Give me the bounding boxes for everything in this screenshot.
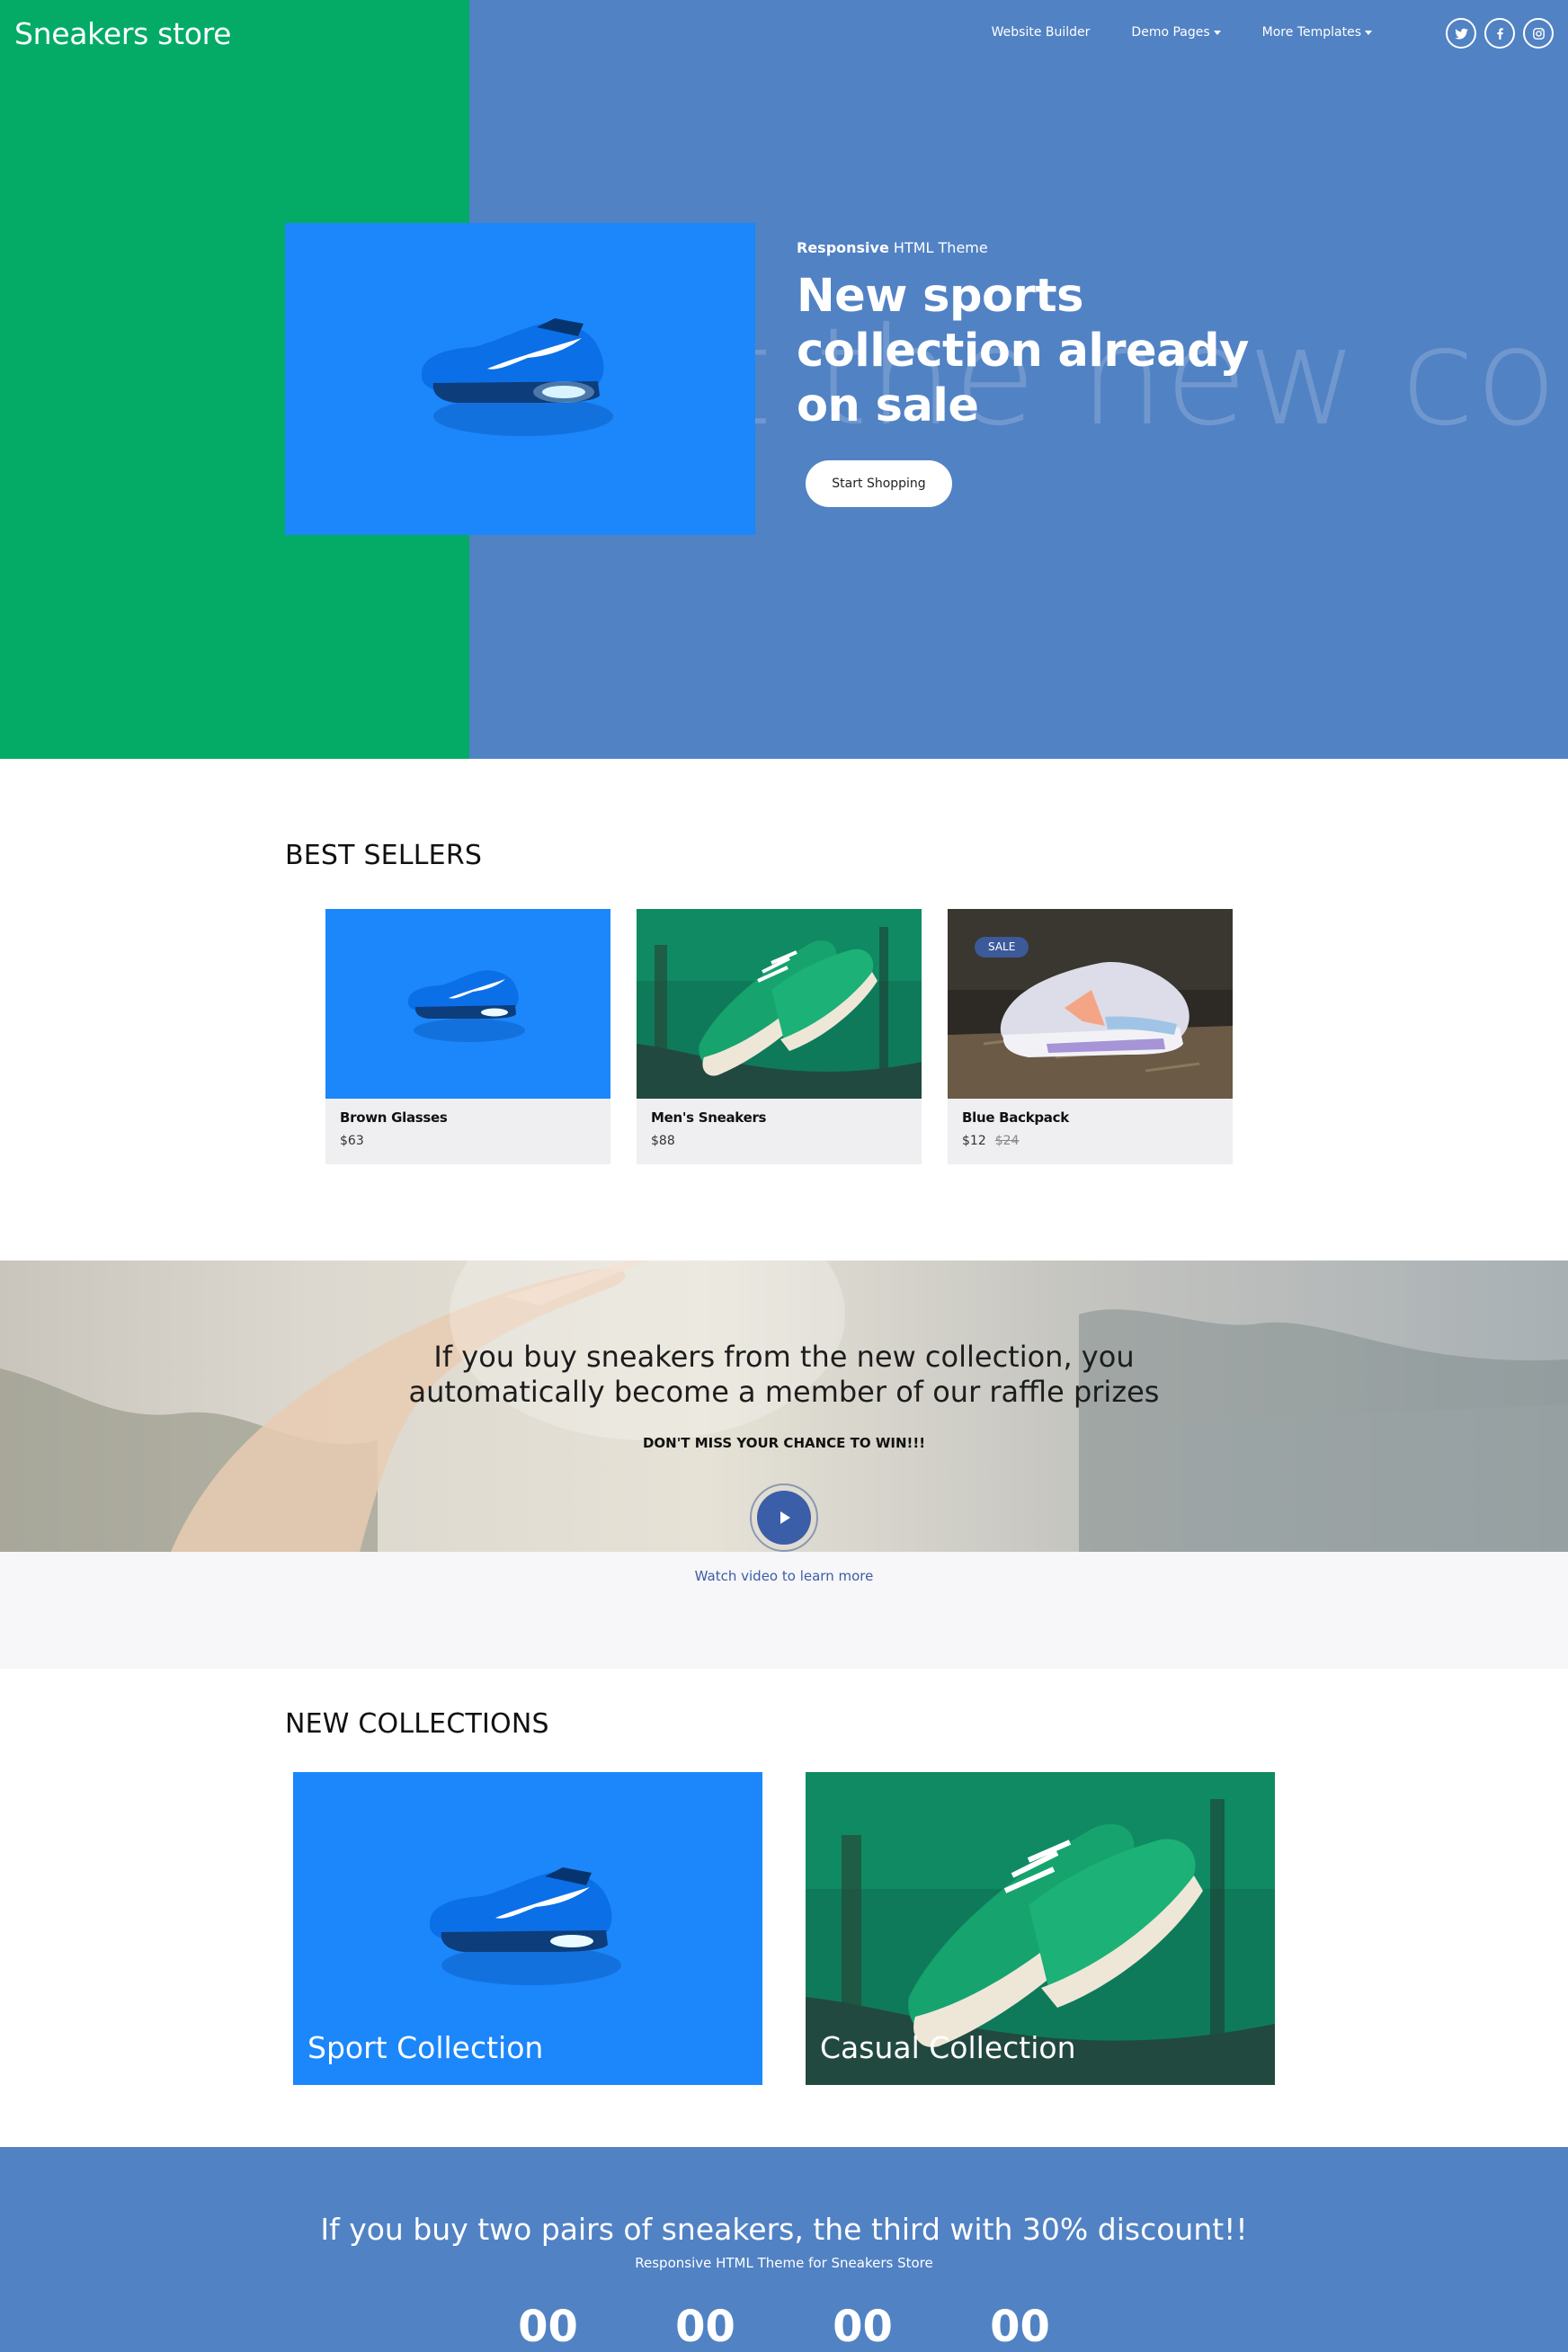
nav-more-templates-label: More Templates — [1261, 25, 1361, 40]
play-icon — [757, 1491, 811, 1545]
hero-title-line: collection already — [797, 325, 1249, 378]
play-video-button[interactable] — [750, 1483, 818, 1552]
new-collections-title: NEW COLLECTIONS — [285, 1708, 549, 1740]
raffle-headline: If you buy sneakers from the new collect… — [0, 1340, 1568, 1410]
facebook-icon[interactable] — [1484, 18, 1515, 49]
countdown-timer: 00 00 00 00 — [0, 2302, 1568, 2352]
caret-down-icon — [1213, 30, 1221, 35]
caret-down-icon — [1365, 30, 1372, 35]
product-price: $63 — [340, 1134, 364, 1148]
product-name: Brown Glasses — [340, 1109, 448, 1126]
product-price: $12 $24 — [962, 1134, 1019, 1148]
hero-product-image — [285, 223, 755, 535]
product-card[interactable]: SALE Blue Backpack $12 $24 — [948, 909, 1233, 1164]
social-links — [1446, 18, 1554, 49]
product-card[interactable]: Men's Sneakers $88 — [637, 909, 922, 1164]
promo-subtitle: Responsive HTML Theme for Sneakers Store — [635, 2255, 933, 2271]
blue-sneaker-illustration — [325, 909, 610, 1099]
product-name: Blue Backpack — [962, 1109, 1069, 1126]
product-price: $88 — [651, 1134, 675, 1148]
product-name: Men's Sneakers — [651, 1109, 767, 1126]
countdown-value: 00 — [833, 2302, 893, 2352]
current-price: $88 — [651, 1134, 675, 1148]
hero-section: t the new co Sneakers store Website Buil… — [0, 0, 1568, 759]
nav-demo-pages-label: Demo Pages — [1131, 25, 1210, 40]
hero-kicker-rest: HTML Theme — [888, 239, 988, 256]
raffle-headline-line: If you buy sneakers from the new collect… — [433, 1340, 1135, 1374]
collection-label: Sport Collection — [307, 2030, 544, 2065]
current-price: $63 — [340, 1134, 364, 1148]
countdown-value: 00 — [990, 2302, 1050, 2352]
nav-demo-pages[interactable]: Demo Pages — [1131, 25, 1221, 40]
hero-kicker-bold: Responsive — [797, 239, 889, 256]
old-price: $24 — [994, 1134, 1020, 1148]
hero-copy: Responsive HTML Theme New sports collect… — [797, 239, 1264, 507]
twitter-icon[interactable] — [1446, 18, 1476, 49]
promo-title: If you buy two pairs of sneakers, the th… — [320, 2212, 1248, 2247]
hero-title-line: New sports — [797, 270, 1083, 323]
nav-more-templates[interactable]: More Templates — [1262, 25, 1372, 40]
promo-section: If you buy two pairs of sneakers, the th… — [0, 2147, 1568, 2352]
collection-label: Casual Collection — [820, 2030, 1076, 2065]
hero-kicker: Responsive HTML Theme — [797, 239, 1264, 256]
product-image — [637, 909, 922, 1099]
green-sneakers-photo — [637, 909, 922, 1099]
collection-card-sport[interactable]: Sport Collection — [293, 1772, 762, 2085]
start-shopping-button[interactable]: Start Shopping — [806, 460, 952, 507]
nav-website-builder[interactable]: Website Builder — [992, 25, 1091, 40]
main-nav: Website Builder Demo Pages More Template… — [992, 25, 1413, 40]
product-image — [325, 909, 610, 1099]
brand-logo[interactable]: Sneakers store — [14, 16, 231, 51]
nav-website-builder-label: Website Builder — [991, 25, 1091, 40]
collection-card-casual[interactable]: Casual Collection — [806, 1772, 1275, 2085]
countdown-value: 00 — [675, 2302, 735, 2352]
product-card[interactable]: Brown Glasses $63 — [325, 909, 610, 1164]
watch-video-link[interactable]: Watch video to learn more — [0, 1568, 1568, 1584]
best-sellers-title: BEST SELLERS — [285, 840, 483, 871]
product-image: SALE — [948, 909, 1233, 1099]
instagram-icon[interactable] — [1523, 18, 1554, 49]
hero-title: New sports collection already on sale — [797, 269, 1264, 433]
countdown-value: 00 — [518, 2302, 578, 2352]
current-price: $12 — [962, 1134, 986, 1148]
blue-sneaker-illustration — [285, 223, 755, 535]
raffle-headline-line: automatically become a member of our raf… — [408, 1375, 1160, 1409]
hero-title-line: on sale — [797, 379, 979, 432]
sale-badge: SALE — [975, 937, 1029, 958]
raffle-subtitle: DON'T MISS YOUR CHANCE TO WIN!!! — [642, 1435, 926, 1451]
